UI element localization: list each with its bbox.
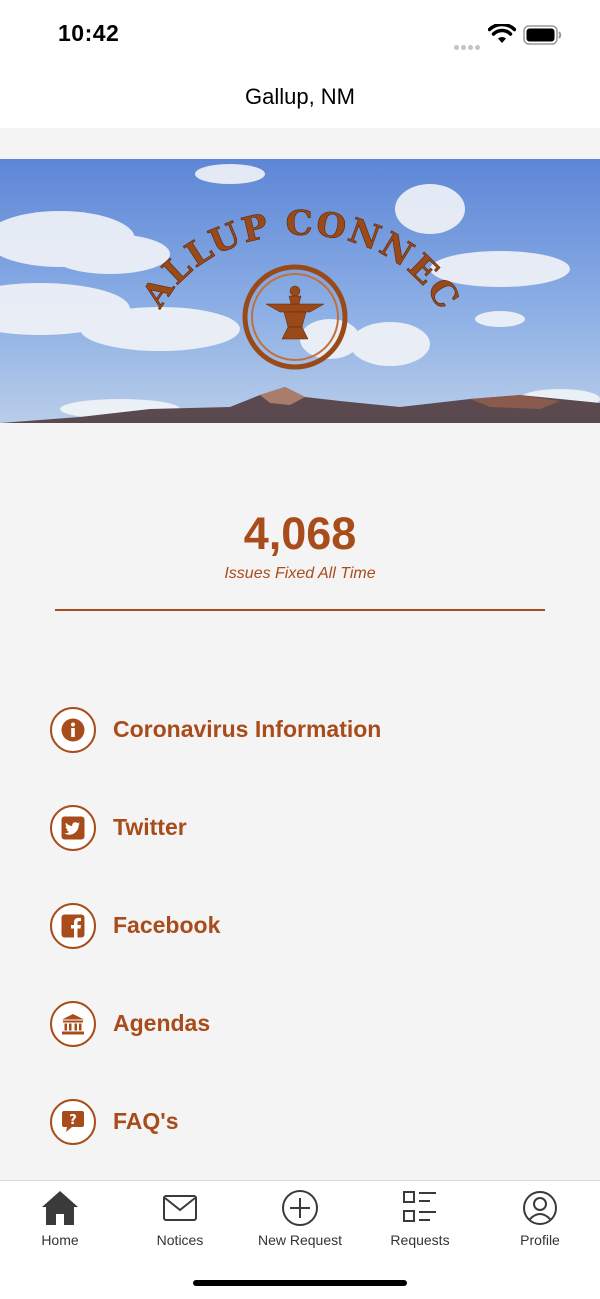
tab-profile[interactable]: Profile xyxy=(480,1181,600,1261)
status-time: 10:42 xyxy=(58,20,120,46)
issues-fixed-count: 4,068 xyxy=(243,508,357,559)
link-label: Coronavirus Information xyxy=(113,716,382,742)
battery-icon xyxy=(523,25,562,45)
profile-icon xyxy=(523,1191,557,1225)
tab-label: Notices xyxy=(156,1232,204,1248)
navigation-bar: Gallup, NM xyxy=(0,66,600,128)
divider xyxy=(55,609,545,611)
tab-label: Profile xyxy=(520,1232,560,1248)
page-title: Gallup, NM xyxy=(244,84,356,109)
gallup-connect-logo: GALLUP CONNECT xyxy=(0,159,600,423)
cellular-signal-icon xyxy=(454,37,482,55)
home-indicator[interactable] xyxy=(193,1280,407,1286)
government-building-icon xyxy=(50,1001,96,1047)
tab-notices[interactable]: Notices xyxy=(120,1181,240,1261)
agendas-link[interactable]: Agendas xyxy=(50,1001,550,1049)
wifi-icon xyxy=(488,24,516,43)
twitter-icon xyxy=(50,805,96,851)
envelope-icon xyxy=(163,1195,197,1221)
link-label: FAQ's xyxy=(113,1108,179,1134)
faqs-link[interactable]: ? FAQ's xyxy=(50,1099,550,1147)
home-icon xyxy=(42,1191,78,1225)
info-icon xyxy=(50,707,96,753)
status-bar: 10:42 xyxy=(0,0,600,66)
tab-requests[interactable]: Requests xyxy=(360,1181,480,1261)
link-label: Agendas xyxy=(113,1010,211,1036)
tab-label: Home xyxy=(41,1232,79,1248)
link-label: Facebook xyxy=(113,912,221,938)
facebook-link[interactable]: Facebook xyxy=(50,903,550,951)
link-label: Twitter xyxy=(113,814,187,840)
question-bubble-icon: ? xyxy=(50,1099,96,1145)
facebook-icon xyxy=(50,903,96,949)
tab-label: Requests xyxy=(390,1232,450,1248)
tab-home[interactable]: Home xyxy=(0,1181,120,1261)
svg-text:?: ? xyxy=(69,1113,77,1128)
plus-circle-icon xyxy=(282,1190,318,1226)
list-icon xyxy=(403,1191,436,1222)
twitter-link[interactable]: Twitter xyxy=(50,805,550,853)
issues-fixed-label: Issues Fixed All Time xyxy=(224,565,376,582)
hero-banner: GALLUP CONNECT xyxy=(0,159,600,423)
tab-new-request[interactable]: New Request xyxy=(240,1181,360,1261)
tab-label: New Request xyxy=(257,1232,343,1248)
coronavirus-information-link[interactable]: Coronavirus Information xyxy=(50,707,550,755)
